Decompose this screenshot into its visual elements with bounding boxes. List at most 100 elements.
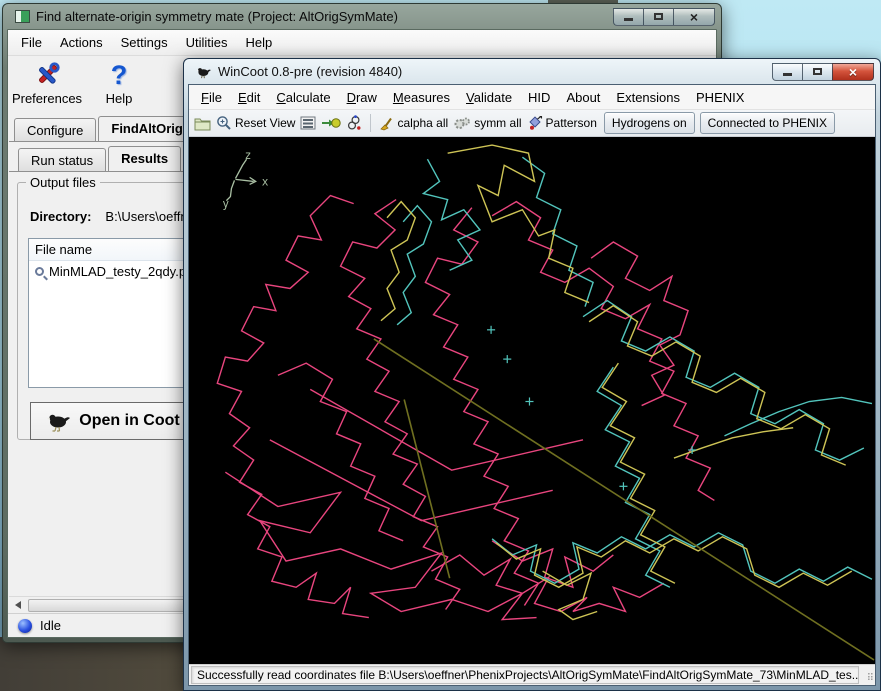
- close-button[interactable]: ×: [673, 8, 715, 26]
- phenix-titlebar[interactable]: Find alternate-origin symmetry mate (Pro…: [7, 4, 717, 29]
- menu-utilities[interactable]: Utilities: [177, 33, 237, 52]
- molecule-trace-pink: [310, 389, 583, 470]
- minimize-button[interactable]: [772, 63, 802, 81]
- gears-icon: [453, 116, 471, 131]
- connected-to-phenix-button[interactable]: Connected to PHENIX: [700, 112, 835, 134]
- menu-actions[interactable]: Actions: [51, 33, 112, 52]
- magnifier-icon: [35, 267, 44, 276]
- molecule-trace-pink: [278, 363, 403, 541]
- wincoot-titlebar[interactable]: WinCoot 0.8-pre (revision 4840) ×: [188, 59, 876, 84]
- molecule-trace-pink: [492, 541, 613, 587]
- calpha-all-button[interactable]: calpha all: [379, 116, 448, 131]
- resize-grip-icon[interactable]: ⠿: [859, 666, 873, 684]
- minimize-button[interactable]: [613, 8, 643, 26]
- menu-draw[interactable]: Draw: [339, 88, 385, 107]
- open-in-coot-button[interactable]: Open in Coot: [30, 402, 196, 440]
- phenix-window-controls: ×: [613, 8, 715, 26]
- file-name-cell: MinMLAD_testy_2qdy.pdb: [49, 264, 201, 279]
- menu-measures[interactable]: Measures: [385, 88, 458, 107]
- hydrogens-toggle-button[interactable]: Hydrogens on: [604, 112, 695, 134]
- menu-file[interactable]: File: [193, 88, 230, 107]
- reset-view-label: Reset View: [235, 116, 295, 130]
- patterson-icon: [527, 115, 543, 131]
- patterson-button[interactable]: Patterson: [527, 115, 597, 131]
- molecule-trace-pink: [270, 440, 553, 521]
- menu-validate[interactable]: Validate: [458, 88, 520, 107]
- menu-hid[interactable]: HID: [520, 88, 558, 107]
- wincoot-statusbar: Successfully read coordinates file B:\Us…: [189, 664, 875, 685]
- menu-phenix[interactable]: PHENIX: [688, 88, 752, 107]
- status-idle-label: Idle: [40, 618, 61, 633]
- statusbar-message: Successfully read coordinates file B:\Us…: [191, 666, 859, 684]
- symm-all-button[interactable]: symm all: [453, 116, 521, 131]
- open-in-coot-label: Open in Coot: [79, 412, 179, 430]
- tab-results[interactable]: Results: [108, 146, 181, 171]
- molecule-trace-yellow: [602, 363, 675, 583]
- display-manager-icon: [300, 116, 316, 130]
- preferences-label: Preferences: [12, 91, 82, 106]
- tools-icon: [32, 60, 62, 90]
- wincoot-window-body: FileEditCalculateDrawMeasuresValidateHID…: [188, 84, 876, 686]
- menu-calculate[interactable]: Calculate: [268, 88, 338, 107]
- phenix-window-title: Find alternate-origin symmetry mate (Pro…: [36, 9, 398, 24]
- scroll-left-icon: [15, 601, 21, 609]
- maximize-icon: [813, 68, 822, 75]
- menu-settings[interactable]: Settings: [112, 33, 177, 52]
- molecule-trace-cyan: [583, 301, 864, 461]
- toolbar-separator: [370, 114, 371, 132]
- calpha-all-label: calpha all: [397, 116, 448, 130]
- minimize-icon: [783, 73, 792, 76]
- tab-run-status[interactable]: Run status: [18, 148, 106, 171]
- molecule-trace-yellow: [448, 145, 589, 302]
- molecule-trace-olive: [374, 339, 874, 660]
- minimize-icon: [624, 18, 633, 21]
- molecule-trace-cyan: [423, 159, 480, 270]
- menu-extensions[interactable]: Extensions: [608, 88, 688, 107]
- display-manager-button[interactable]: [300, 116, 316, 130]
- directory-label: Directory:: [30, 209, 91, 224]
- help-label: Help: [106, 91, 133, 106]
- molecule-trace-cyan: [724, 397, 872, 435]
- wincoot-window: WinCoot 0.8-pre (revision 4840) × FileEd…: [183, 58, 881, 691]
- coot-bird-icon: [46, 410, 72, 432]
- menu-edit[interactable]: Edit: [230, 88, 268, 107]
- molecule-trace-pink: [431, 555, 663, 612]
- folder-icon: [194, 116, 211, 131]
- molecule-trace-cyan: [597, 367, 670, 587]
- wincoot-menubar: FileEditCalculateDrawMeasuresValidateHID…: [189, 85, 875, 110]
- help-button[interactable]: ? Help: [84, 59, 154, 111]
- menu-about[interactable]: About: [558, 88, 608, 107]
- maximize-icon: [654, 13, 663, 20]
- symm-all-label: symm all: [474, 116, 521, 130]
- reset-view-button[interactable]: Reset View: [216, 115, 295, 131]
- close-icon: ×: [849, 65, 857, 79]
- axis-label-z: z: [245, 149, 252, 162]
- maximize-button[interactable]: [643, 8, 673, 26]
- wincoot-toolbar: Reset View: [189, 110, 875, 137]
- close-icon: ×: [690, 10, 698, 24]
- open-coordinates-button[interactable]: [194, 116, 211, 131]
- undo-molecule-chooser-button[interactable]: [321, 116, 341, 130]
- patterson-label: Patterson: [546, 116, 597, 130]
- coot-app-icon: [196, 65, 212, 79]
- green-arrow-ball-icon: [321, 116, 341, 130]
- gl-canvas-svg[interactable]: zxy: [189, 137, 875, 664]
- maximize-button[interactable]: [802, 63, 832, 81]
- axes-gizmo-line: [235, 179, 253, 181]
- menu-file[interactable]: File: [12, 33, 51, 52]
- wincoot-window-controls: ×: [772, 63, 874, 81]
- close-button[interactable]: ×: [832, 63, 874, 81]
- axis-label-x: x: [262, 175, 269, 188]
- help-icon: ?: [104, 60, 134, 90]
- preferences-button[interactable]: Preferences: [12, 59, 82, 111]
- scroll-left-button[interactable]: [9, 597, 26, 614]
- brush-icon: [379, 116, 394, 131]
- tab-configure[interactable]: Configure: [14, 118, 96, 141]
- molecule-chooser-button[interactable]: [346, 115, 362, 131]
- wincoot-window-title: WinCoot 0.8-pre (revision 4840): [218, 64, 402, 79]
- menu-help[interactable]: Help: [236, 33, 281, 52]
- status-idle-icon: [18, 619, 32, 633]
- molecule-trace-pink: [217, 196, 369, 618]
- reset-view-icon: [216, 115, 232, 131]
- gl-viewport: zxy: [189, 137, 875, 664]
